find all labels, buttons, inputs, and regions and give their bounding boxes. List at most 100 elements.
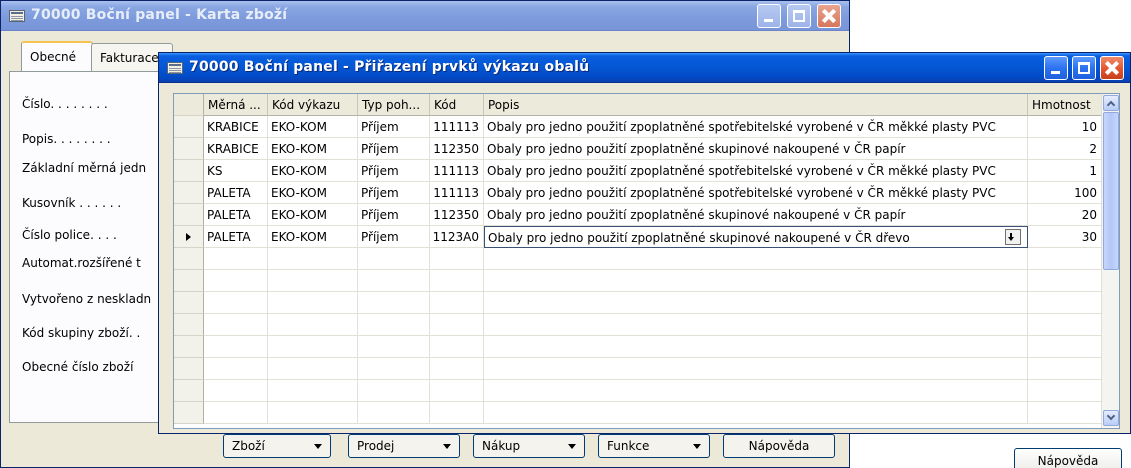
minimize-button[interactable]: [1044, 56, 1068, 80]
cell-unit[interactable]: [204, 248, 268, 270]
cell-movement-type[interactable]: [358, 314, 430, 336]
cell-report-code[interactable]: [268, 314, 358, 336]
cell-weight[interactable]: [1028, 270, 1102, 292]
cell-unit[interactable]: [204, 380, 268, 402]
cell-movement-type[interactable]: [358, 270, 430, 292]
cell-unit[interactable]: [204, 336, 268, 358]
close-button[interactable]: [1100, 56, 1124, 80]
row-selector[interactable]: [174, 116, 204, 138]
cell-unit[interactable]: KS: [204, 160, 268, 182]
cell-report-code[interactable]: EKO-KOM: [268, 226, 358, 248]
row-selector[interactable]: [174, 204, 204, 226]
cell-movement-type[interactable]: Příjem: [358, 116, 430, 138]
cell-report-code[interactable]: EKO-KOM: [268, 204, 358, 226]
cell-code[interactable]: [430, 292, 484, 314]
cell-weight[interactable]: [1028, 336, 1102, 358]
cell-code[interactable]: 111113: [430, 182, 484, 204]
cell-code[interactable]: 1123A0: [430, 226, 484, 248]
maximize-button[interactable]: [787, 4, 811, 28]
row-selector[interactable]: [174, 248, 204, 270]
row-selector[interactable]: [174, 380, 204, 402]
cell-weight[interactable]: [1028, 402, 1102, 424]
cell-description[interactable]: [484, 402, 1028, 424]
cell-unit[interactable]: [204, 402, 268, 424]
scroll-thumb[interactable]: [1103, 112, 1119, 270]
cell-weight[interactable]: 30: [1028, 226, 1102, 248]
cell-code[interactable]: [430, 248, 484, 270]
cell-unit[interactable]: PALETA: [204, 204, 268, 226]
row-selector[interactable]: [174, 292, 204, 314]
column-header-hmotnost[interactable]: Hmotnost: [1028, 94, 1102, 116]
cell-weight[interactable]: 10: [1028, 116, 1102, 138]
cell-code[interactable]: [430, 358, 484, 380]
cell-movement-type[interactable]: [358, 336, 430, 358]
cell-movement-type[interactable]: [358, 380, 430, 402]
napoveda-button[interactable]: Nápověda: [1014, 448, 1122, 468]
row-selector[interactable]: [174, 182, 204, 204]
cell-movement-type[interactable]: [358, 248, 430, 270]
column-header-merna[interactable]: Měrná ...: [204, 94, 268, 116]
cell-description[interactable]: Obaly pro jedno použití zpoplatněné skup…: [484, 226, 1028, 248]
cell-report-code[interactable]: [268, 292, 358, 314]
scroll-down-button[interactable]: [1103, 410, 1119, 426]
row-selector[interactable]: [174, 402, 204, 424]
column-header-popis[interactable]: Popis: [484, 94, 1028, 116]
prodej-menu-button[interactable]: Prodej: [348, 434, 460, 458]
cell-code[interactable]: 112350: [430, 204, 484, 226]
packaging-grid[interactable]: Měrná ... Kód výkazu Typ poh... Kód Popi…: [173, 93, 1120, 429]
cell-description[interactable]: [484, 336, 1028, 358]
cell-movement-type[interactable]: Příjem: [358, 226, 430, 248]
cell-report-code[interactable]: [268, 336, 358, 358]
napoveda-back-button[interactable]: Nápověda: [723, 434, 835, 458]
row-selector[interactable]: [174, 270, 204, 292]
cell-unit[interactable]: [204, 358, 268, 380]
cell-code[interactable]: [430, 270, 484, 292]
cell-unit[interactable]: [204, 270, 268, 292]
cell-report-code[interactable]: EKO-KOM: [268, 182, 358, 204]
cell-report-code[interactable]: [268, 270, 358, 292]
cell-code[interactable]: [430, 380, 484, 402]
cell-movement-type[interactable]: [358, 358, 430, 380]
cell-weight[interactable]: [1028, 314, 1102, 336]
cell-weight[interactable]: [1028, 380, 1102, 402]
cell-description[interactable]: [484, 270, 1028, 292]
cell-unit[interactable]: [204, 314, 268, 336]
cell-unit[interactable]: KRABICE: [204, 138, 268, 160]
cell-code[interactable]: 112350: [430, 138, 484, 160]
column-header-kod-vykazu[interactable]: Kód výkazu: [268, 94, 358, 116]
row-selector[interactable]: [174, 314, 204, 336]
cell-unit[interactable]: [204, 292, 268, 314]
column-header-typ-pohybu[interactable]: Typ poh...: [358, 94, 430, 116]
row-selector[interactable]: [174, 336, 204, 358]
cell-unit[interactable]: KRABICE: [204, 116, 268, 138]
cell-weight[interactable]: 2: [1028, 138, 1102, 160]
column-header-kod[interactable]: Kód: [430, 94, 484, 116]
cell-movement-type[interactable]: Příjem: [358, 138, 430, 160]
vertical-scrollbar[interactable]: [1101, 94, 1119, 428]
cell-unit[interactable]: PALETA: [204, 226, 268, 248]
cell-description[interactable]: [484, 248, 1028, 270]
row-selector[interactable]: [174, 160, 204, 182]
cell-weight[interactable]: [1028, 292, 1102, 314]
cell-movement-type[interactable]: [358, 402, 430, 424]
lookup-dropdown-icon[interactable]: [1005, 229, 1021, 245]
cell-report-code[interactable]: [268, 358, 358, 380]
item-card-titlebar[interactable]: 70000 Boční panel - Karta zboží: [1, 1, 849, 31]
cell-code[interactable]: 111113: [430, 116, 484, 138]
cell-weight[interactable]: [1028, 248, 1102, 270]
row-selector[interactable]: [174, 138, 204, 160]
row-selector[interactable]: [174, 358, 204, 380]
cell-report-code[interactable]: EKO-KOM: [268, 160, 358, 182]
cell-movement-type[interactable]: Příjem: [358, 160, 430, 182]
cell-description[interactable]: [484, 380, 1028, 402]
scroll-up-button[interactable]: [1103, 95, 1119, 111]
tab-obecne[interactable]: Obecné: [21, 41, 93, 71]
cell-movement-type[interactable]: Příjem: [358, 182, 430, 204]
cell-code[interactable]: [430, 336, 484, 358]
cell-weight[interactable]: 100: [1028, 182, 1102, 204]
cell-description[interactable]: Obaly pro jedno použití zpoplatněné skup…: [484, 138, 1028, 160]
cell-report-code[interactable]: EKO-KOM: [268, 116, 358, 138]
cell-report-code[interactable]: [268, 248, 358, 270]
cell-weight[interactable]: 1: [1028, 160, 1102, 182]
funkce-menu-button[interactable]: Funkce: [598, 434, 710, 458]
